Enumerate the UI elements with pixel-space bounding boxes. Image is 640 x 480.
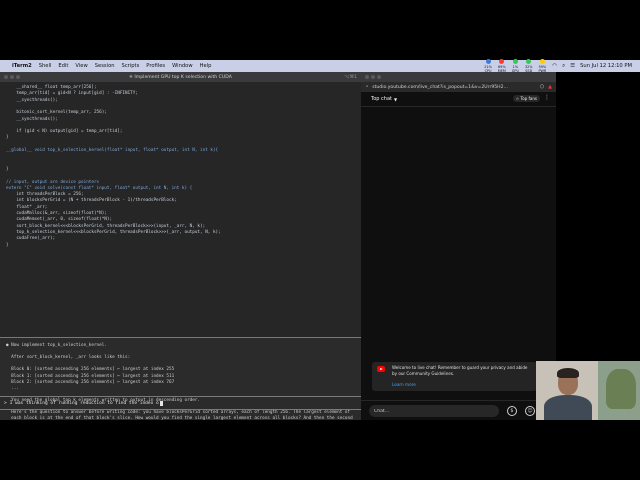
menu-help[interactable]: Help	[200, 63, 212, 69]
code-line: __shared__ float temp_arr[256];	[6, 85, 97, 90]
code-line: cudaMemset(_arr, 0, sizeof(float)*N);	[6, 217, 113, 223]
chat-message-line: each block is at the end of that block's…	[6, 416, 353, 420]
chat-input-row: $ ☺	[361, 400, 556, 420]
chat-message-line: ...	[6, 385, 19, 391]
search-icon[interactable]: ⌕	[562, 63, 565, 70]
browser-window-controls[interactable]	[365, 75, 383, 79]
code-editor-pane[interactable]: __shared__ float temp_arr[256]; temp_arr…	[0, 82, 361, 337]
code-line: extern "C" void solve(const float* input…	[6, 185, 193, 191]
chat-input[interactable]	[369, 405, 499, 417]
youtube-icon	[377, 366, 385, 372]
code-line: // input, output are device pointers	[6, 179, 100, 185]
stat-indicator-icon	[526, 59, 532, 64]
menu-session[interactable]: Session	[95, 63, 115, 69]
address-bar[interactable]: ⚬ studio.youtube.com/live_chat?is_popout…	[361, 82, 556, 92]
code-line: float* _arr;	[6, 204, 48, 210]
alert-icon[interactable]: ▲	[548, 84, 552, 90]
text-cursor	[159, 400, 163, 406]
webcam-person-hair	[557, 368, 579, 378]
terminal-window: ✳ Implement GPU top K selection with CUD…	[0, 72, 361, 420]
prompt-input[interactable]: > I was thinking of running reduction to…	[0, 396, 361, 410]
chat-message-line: Block 1: [sorted ascending 256 elements]…	[6, 373, 175, 379]
chat-message-line: ● Now implement top_k_selection_kernel.	[6, 343, 107, 348]
menu-app-name[interactable]: iTerm2	[12, 63, 32, 69]
menubar-clock[interactable]: Sun Jul 12 12:10 PM	[580, 63, 632, 69]
code-line: __syncthreads();	[6, 116, 58, 122]
code-line: }	[6, 242, 9, 248]
system-stat-cpu[interactable]: 21% CPU	[484, 59, 492, 73]
menu-view[interactable]: View	[75, 63, 87, 69]
webcam-plant	[606, 369, 636, 409]
more-options-icon[interactable]: ⋮	[544, 94, 550, 101]
system-stat-mem[interactable]: 69% MEM	[498, 59, 506, 73]
menu-window[interactable]: Window	[172, 63, 192, 69]
menu-shell[interactable]: Shell	[39, 63, 52, 69]
stat-indicator-icon	[499, 59, 505, 64]
code-line: int blocksPerGrid = (N + threadsPerBlock…	[6, 198, 177, 204]
macos-menu-bar: iTerm2 Shell Edit View Session Scripts P…	[0, 59, 640, 73]
wifi-icon[interactable]: ◠	[552, 63, 557, 69]
site-info-icon[interactable]: ⚬	[365, 84, 369, 90]
code-line: cudaFree(_arr);	[6, 236, 56, 242]
code-line: cudaMalloc(&_arr, sizeof(float)*N);	[6, 211, 107, 216]
code-line: temp_arr[tid] = gid<N ? input[gid] : -IN…	[6, 91, 138, 97]
terminal-shortcut: ⌥⌘1	[344, 74, 357, 80]
code-line: }	[6, 166, 9, 172]
chevron-down-icon[interactable]: ▼	[394, 97, 397, 102]
menu-edit[interactable]: Edit	[58, 63, 68, 69]
address-url[interactable]: studio.youtube.com/live_chat?is_popout=1…	[372, 85, 508, 90]
code-line: top_k_selection_kernel<<<blocksPerGrid, …	[6, 229, 221, 235]
menu-profiles[interactable]: Profiles	[146, 63, 165, 69]
top-fans-label: Top fans	[520, 96, 538, 101]
code-line: }	[6, 135, 9, 141]
system-stat-pwr[interactable]: 59% PWR	[539, 59, 546, 73]
emoji-icon[interactable]: ☺	[525, 406, 535, 416]
chat-message-line: Block 2: [sorted ascending 256 elements]…	[6, 379, 175, 385]
top-chat-dropdown[interactable]: Top chat	[371, 96, 392, 102]
browser-titlebar	[361, 72, 556, 82]
prompt-symbol: >	[4, 400, 7, 406]
welcome-message: Welcome to live chat! Remember to guard …	[392, 365, 528, 376]
currency-icon[interactable]: $	[507, 406, 517, 416]
webcam-person-body	[544, 395, 592, 420]
youtube-live-chat-window: ⚬ studio.youtube.com/live_chat?is_popout…	[361, 72, 556, 420]
system-stat-ssd[interactable]: 32% SSD	[525, 59, 533, 73]
top-fans-button[interactable]: ☆ Top fans	[512, 95, 540, 102]
code-line: sort_block_kernel<<<blocksPerGrid, threa…	[6, 223, 206, 229]
chat-message-line: After sort_block_kernel, _arr looks like…	[6, 355, 131, 361]
extensions-icon[interactable]: ⬡	[540, 84, 544, 90]
terminal-title: ✳ Implement GPU top K selection with CUD…	[129, 74, 232, 80]
control-center-icon[interactable]: ☰	[570, 63, 575, 69]
system-stat-gpu[interactable]: 1% GPU	[512, 59, 519, 73]
code-line: __global__ void top_k_selection_kernel(f…	[6, 148, 219, 153]
code-line: bitonic_sort_kernel(temp_arr, 256);	[6, 110, 107, 116]
code-line: int threadsPerBlock = 256;	[6, 192, 84, 198]
chat-message-line: Here's the question to answer before wri…	[6, 410, 351, 416]
stat-indicator-icon	[539, 59, 545, 64]
learn-more-link[interactable]: Learn more	[392, 382, 416, 387]
system-stats[interactable]: 21% CPU 69% MEM 1% GPU 32% SSD 59% PWR	[484, 59, 552, 73]
prompt-text[interactable]: I was thinking of running reduction to f…	[10, 401, 159, 406]
live-chat-header: Top chat ▼ ☆ Top fans ⋮	[361, 92, 556, 107]
stat-indicator-icon	[512, 59, 518, 64]
code-line: if (gid < N) output[gid] = temp_arr[tid]…	[6, 129, 123, 135]
code-line: __syncthreads();	[6, 97, 58, 103]
terminal-titlebar: ✳ Implement GPU top K selection with CUD…	[0, 72, 361, 82]
welcome-banner: Welcome to live chat! Remember to guard …	[372, 362, 537, 391]
stat-indicator-icon	[485, 59, 491, 64]
chat-message-line: Block 0: [sorted ascending 256 elements]…	[6, 367, 175, 373]
webcam-overlay	[536, 361, 640, 420]
menu-scripts[interactable]: Scripts	[122, 63, 140, 69]
